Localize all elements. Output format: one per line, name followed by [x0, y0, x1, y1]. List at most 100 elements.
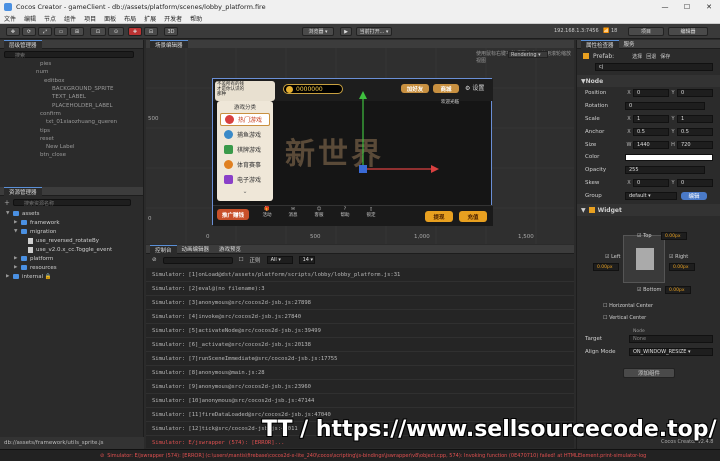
tree-item[interactable]: num [36, 68, 143, 76]
widget-enabled-checkbox[interactable] [588, 207, 595, 214]
anchor-y-input[interactable]: 0.5 [677, 127, 713, 136]
tab-game-preview[interactable]: 游戏预览 [214, 245, 246, 253]
widget-left-input[interactable]: 0.00px [593, 263, 619, 271]
scale-x-input[interactable]: 1 [633, 114, 669, 123]
widget-bottom-input[interactable]: 0.00px [665, 286, 691, 294]
menu-extension[interactable]: 扩展 [144, 14, 156, 23]
scale-tool-button[interactable]: ⤢ [38, 27, 52, 36]
tree-item[interactable]: confirm [36, 110, 143, 118]
help-button[interactable]: ? 帮助 [337, 207, 353, 218]
prefab-select-button[interactable]: 选择 [632, 53, 642, 60]
assets-tab[interactable]: 资源管理器 [4, 186, 42, 196]
nav-item-sports[interactable]: 体育赛事 [220, 158, 270, 171]
menu-panel[interactable]: 面板 [104, 14, 116, 23]
asset-item[interactable]: use_v2.0.x_cc.Toggle_event [6, 245, 143, 254]
console-filter-input[interactable] [162, 256, 233, 264]
hierarchy-search-input[interactable]: 搜索 [4, 51, 134, 59]
settings-button[interactable]: ⚙ 设置 [465, 83, 484, 92]
size-h-input[interactable]: 720 [677, 140, 713, 149]
horizontal-center-option[interactable]: ☐ Horizontal Center [603, 303, 653, 309]
project-button[interactable]: 项目 [628, 27, 664, 36]
tree-item[interactable]: TEXT_LABEL [36, 93, 143, 101]
position-y-input[interactable]: 0 [677, 89, 713, 98]
skew-y-input[interactable]: 0 [677, 178, 713, 187]
expand-icon[interactable]: ▼ [6, 211, 11, 216]
menu-developer[interactable]: 开发者 [164, 14, 182, 23]
tree-item[interactable]: PLACEHOLDER_LABEL [36, 101, 143, 109]
opacity-input[interactable]: 255 [625, 166, 705, 175]
widget-section-header[interactable]: ▼ Widget [577, 204, 720, 217]
asset-item[interactable]: ▼ assets [6, 209, 143, 218]
menu-node[interactable]: 节点 [44, 14, 56, 23]
rendering-select[interactable]: Rendering ▾ [508, 51, 548, 58]
size-w-input[interactable]: 1440 [633, 140, 669, 149]
rotation-input[interactable]: 0 [625, 102, 705, 111]
menu-edit[interactable]: 编辑 [24, 14, 36, 23]
group-edit-button[interactable]: 编辑 [681, 191, 707, 200]
widget-bottom-label[interactable]: ☑ Bottom [637, 287, 661, 293]
tree-item[interactable]: editbox [36, 77, 143, 85]
menu-component[interactable]: 组件 [64, 14, 76, 23]
align-mode-select[interactable]: ON_WINDOW_RESIZE ▾ [629, 348, 713, 356]
snap-toggle[interactable]: ✚ [128, 27, 142, 36]
assets-search-input[interactable]: 搜索资源名称 [13, 199, 132, 207]
tab-services[interactable]: 服务 [619, 40, 640, 48]
skew-x-input[interactable]: 0 [633, 178, 669, 187]
regex-checkbox[interactable]: ☐ [239, 257, 244, 263]
move-tool-button[interactable]: ✥ [6, 27, 20, 36]
menu-help[interactable]: 帮助 [190, 14, 202, 23]
asset-item[interactable]: use_reversed_rotateBy [6, 236, 143, 245]
tree-item[interactable]: BACKGROUND_SPRITE [36, 85, 143, 93]
vertical-center-option[interactable]: ☐ Vertical Center [603, 315, 646, 321]
lock-button[interactable]: ▯ 锁定 [363, 207, 379, 218]
grid-toggle[interactable]: ⊟ [144, 27, 158, 36]
scene-editor[interactable]: 使用鼠标右键平移视图焦点，使用滚轮缩放视图 500 0 0 500 1,000 … [146, 48, 574, 244]
move-gizmo[interactable] [333, 89, 443, 179]
hierarchy-tab[interactable]: 层级管理器 [4, 39, 42, 49]
active-checkbox[interactable] [583, 53, 589, 59]
font-size-select[interactable]: 14 ▾ [298, 256, 315, 264]
add-asset-icon[interactable]: ＋ [4, 198, 10, 207]
menu-file[interactable]: 文件 [4, 14, 16, 23]
widget-right-input[interactable]: 0.00px [669, 263, 695, 271]
add-component-button[interactable]: 添加组件 [623, 368, 675, 378]
nav-item-cards[interactable]: 棋牌游戏 [220, 143, 270, 156]
tree-item[interactable]: pies [36, 60, 143, 68]
widget-top-input[interactable]: 0.00px [661, 232, 687, 240]
scale-y-input[interactable]: 1 [677, 114, 713, 123]
position-x-input[interactable]: 0 [633, 89, 669, 98]
recharge-button[interactable]: 充值 [459, 211, 487, 222]
activity-button[interactable]: 🎁 活动 [259, 207, 275, 218]
play-button[interactable]: ▶ [340, 27, 352, 36]
nav-item-fish[interactable]: 捕鱼游戏 [220, 128, 270, 141]
promote-button[interactable]: 推广赚钱 [217, 209, 249, 220]
asset-item[interactable]: ▶ platform [6, 254, 143, 263]
message-button[interactable]: ✉ 消息 [285, 207, 301, 218]
tab-inspector[interactable]: 属性检查器 [581, 39, 619, 49]
tab-console[interactable]: 控制台 [150, 244, 177, 254]
expand-icon[interactable]: ▶ [14, 220, 19, 225]
editor-button[interactable]: 编辑器 [668, 27, 708, 36]
clear-console-icon[interactable]: ⊘ [152, 257, 157, 263]
mode-3d-button[interactable]: 3D [164, 27, 178, 36]
tab-animation[interactable]: 动画编辑器 [177, 245, 215, 253]
expand-icon[interactable]: ▶ [14, 265, 19, 270]
target-input[interactable]: None [629, 335, 713, 343]
pivot-toggle[interactable]: ⊙ [108, 27, 124, 36]
tree-item[interactable]: reset [36, 135, 143, 143]
minimize-button[interactable]: — [654, 0, 676, 14]
chevron-down-icon[interactable]: ⌄ [217, 188, 273, 195]
rotate-tool-button[interactable]: ⟳ [22, 27, 36, 36]
game-canvas[interactable]: 不差所有的钱 才是你认识的 那种 0000000 加好友 商城 ⚙ 设置 欢迎光… [212, 78, 493, 226]
prefab-revert-button[interactable]: 回退 [646, 53, 656, 60]
prefab-save-button[interactable]: 保存 [660, 53, 670, 60]
node-name-input[interactable]: cj [595, 63, 713, 71]
close-button[interactable]: ✕ [698, 0, 720, 14]
rect-tool-button[interactable]: ▭ [54, 27, 68, 36]
tree-item[interactable]: txt_01xiaozhuang_queren [36, 118, 143, 126]
widget-left-label[interactable]: ☑ Left [605, 254, 621, 260]
menu-project[interactable]: 项目 [84, 14, 96, 23]
asset-item[interactable]: ▼ migration [6, 227, 143, 236]
asset-item[interactable]: ▶ framework [6, 218, 143, 227]
menu-layout[interactable]: 布局 [124, 14, 136, 23]
